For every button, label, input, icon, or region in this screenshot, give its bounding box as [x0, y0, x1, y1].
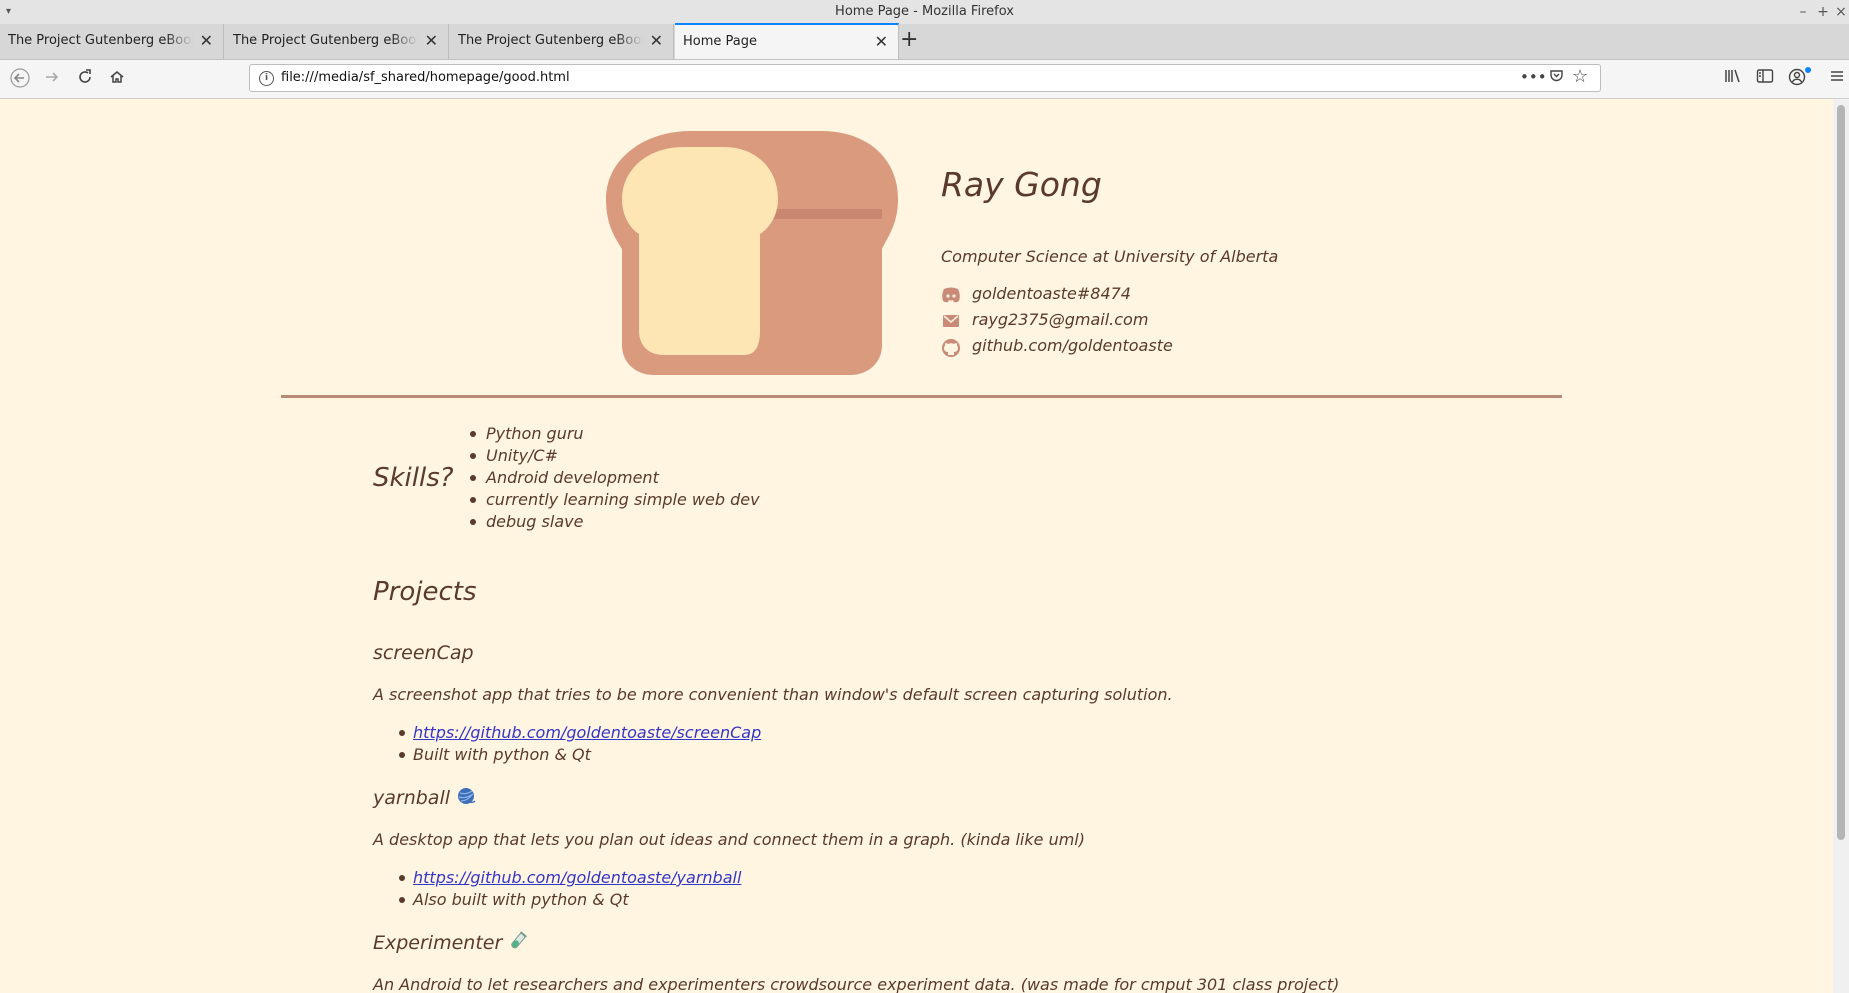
- tab-bar: The Project Gutenberg eBook of ✕ The Pro…: [0, 23, 1849, 60]
- project-title-screencap: screenCap: [373, 642, 474, 664]
- page-actions-icon[interactable]: •••: [1520, 68, 1547, 86]
- tab-gutenberg-3[interactable]: The Project Gutenberg eBook of ✕: [450, 24, 674, 59]
- list-item: Unity/C#: [470, 445, 760, 467]
- tab-close-icon[interactable]: ✕: [875, 32, 888, 51]
- list-item: Python guru: [470, 423, 760, 445]
- new-tab-icon[interactable]: +: [900, 27, 918, 52]
- scrollbar-thumb[interactable]: [1837, 105, 1845, 840]
- window-titlebar: ▾ Home Page - Mozilla Firefox – + ×: [0, 0, 1849, 24]
- project-description: An Android to let researchers and experi…: [373, 975, 1340, 993]
- contact-text: goldentoaste#8474: [972, 284, 1131, 303]
- profile-subtitle: Computer Science at University of Albert…: [941, 247, 1279, 266]
- project-links: https://github.com/goldentoaste/yarnball…: [398, 867, 741, 911]
- home-icon[interactable]: [106, 68, 128, 91]
- project-description: A screenshot app that tries to be more c…: [373, 685, 1173, 704]
- project-description: A desktop app that lets you plan out ide…: [373, 830, 1085, 849]
- skills-heading: Skills?: [373, 463, 454, 493]
- site-info-icon[interactable]: i: [259, 71, 274, 86]
- sidebar-icon[interactable]: [1756, 68, 1774, 88]
- contact-text: github.com/goldentoaste: [972, 336, 1173, 355]
- mail-icon: [941, 312, 961, 330]
- list-item: debug slave: [470, 511, 760, 533]
- reload-icon[interactable]: [74, 68, 96, 91]
- page-content: Ray Gong Computer Science at University …: [0, 99, 1833, 993]
- tab-label: Home Page: [683, 34, 757, 49]
- tab-gutenberg-2[interactable]: The Project Gutenberg eBook of ✕: [225, 24, 449, 59]
- tab-label: The Project Gutenberg eBook of: [8, 33, 193, 48]
- project-title-experimenter: Experimenter: [373, 931, 528, 956]
- project-title-yarnball: yarnball: [373, 786, 476, 811]
- list-item: https://github.com/goldentoaste/yarnball: [398, 867, 741, 889]
- section-divider: [281, 395, 1562, 398]
- profile-name: Ray Gong: [941, 165, 1102, 204]
- window-menu-icon[interactable]: ▾: [6, 0, 11, 24]
- toast-logo: [606, 131, 898, 375]
- discord-icon: [941, 286, 961, 304]
- contact-text: rayg2375@gmail.com: [972, 310, 1149, 329]
- forward-icon[interactable]: [41, 68, 63, 91]
- url-text[interactable]: file:///media/sf_shared/homepage/good.ht…: [281, 70, 570, 85]
- project-name: Experimenter: [373, 932, 503, 954]
- list-item: currently learning simple web dev: [470, 490, 760, 509]
- account-icon[interactable]: [1788, 68, 1806, 90]
- library-icon[interactable]: [1724, 68, 1742, 88]
- minimize-icon[interactable]: –: [1795, 0, 1811, 24]
- test-tube-icon: [508, 931, 528, 956]
- close-window-icon[interactable]: ×: [1833, 0, 1849, 24]
- github-icon: [941, 338, 961, 357]
- navigation-toolbar: i file:///media/sf_shared/homepage/good.…: [0, 60, 1849, 99]
- skills-list: Python guru Unity/C# Android development…: [470, 423, 760, 533]
- list-item: Android development: [470, 467, 760, 489]
- projects-heading: Projects: [373, 577, 477, 607]
- maximize-icon[interactable]: +: [1815, 0, 1831, 24]
- list-item: Built with python & Qt: [398, 744, 761, 766]
- tab-close-icon[interactable]: ✕: [200, 31, 213, 50]
- tab-label: The Project Gutenberg eBook of: [233, 33, 418, 48]
- project-link[interactable]: https://github.com/goldentoaste/screenCa…: [413, 723, 761, 742]
- url-bar[interactable]: i file:///media/sf_shared/homepage/good.…: [249, 64, 1601, 92]
- menu-icon[interactable]: [1829, 68, 1845, 88]
- list-item: Also built with python & Qt: [398, 889, 741, 911]
- tab-gutenberg-1[interactable]: The Project Gutenberg eBook of ✕: [0, 24, 224, 59]
- project-link[interactable]: https://github.com/goldentoaste/yarnball: [413, 868, 741, 887]
- tab-close-icon[interactable]: ✕: [425, 31, 438, 50]
- sync-badge: [1805, 67, 1811, 73]
- bookmark-star-icon[interactable]: ☆: [1572, 66, 1588, 87]
- project-links: https://github.com/goldentoaste/screenCa…: [398, 722, 761, 766]
- pocket-icon[interactable]: [1549, 68, 1564, 87]
- back-icon[interactable]: [9, 68, 31, 93]
- project-name: yarnball: [373, 787, 451, 809]
- tab-home-page[interactable]: Home Page ✕: [675, 23, 899, 59]
- list-item: https://github.com/goldentoaste/screenCa…: [398, 722, 761, 744]
- tab-close-icon[interactable]: ✕: [650, 31, 663, 50]
- page-scrollbar[interactable]: [1833, 99, 1849, 993]
- yarn-ball-icon: [456, 786, 476, 811]
- tab-label: The Project Gutenberg eBook of: [458, 33, 643, 48]
- window-title: Home Page - Mozilla Firefox: [835, 4, 1014, 19]
